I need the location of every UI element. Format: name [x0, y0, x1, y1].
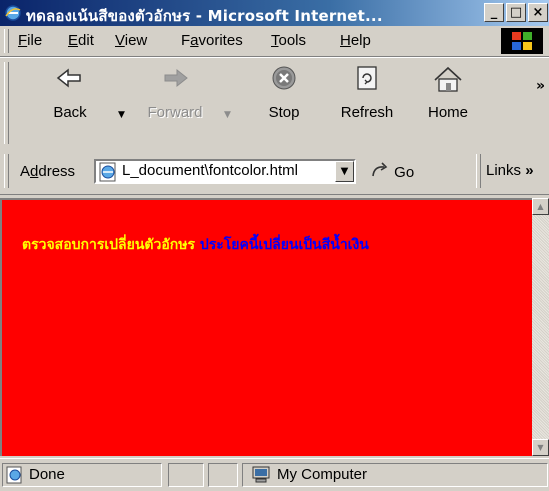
menu-tools[interactable]: Tools	[271, 32, 306, 49]
status-panel-2	[168, 463, 204, 487]
go-arrow-icon	[372, 162, 388, 177]
toolbar-grip[interactable]	[4, 29, 9, 53]
close-button[interactable]: ×	[528, 3, 548, 22]
status-main-panel: Done	[2, 463, 162, 487]
back-dropdown-arrow[interactable]: ▼	[118, 110, 125, 120]
blue-text: ประโยคนี้เปลี่ยนเป็นสีน้ำเงิน	[199, 237, 369, 253]
windows-logo	[501, 28, 543, 54]
home-label: Home	[427, 104, 468, 121]
back-label: Back	[53, 104, 87, 121]
forward-label: Forward	[147, 104, 203, 121]
links-chevron: »	[521, 162, 534, 179]
refresh-icon	[357, 66, 377, 90]
toolbar-grip[interactable]	[4, 154, 9, 188]
page-status-icon	[6, 466, 22, 484]
address-dropdown-arrow[interactable]: ▼	[335, 161, 354, 182]
page-icon	[99, 162, 116, 182]
refresh-button[interactable]: Refresh	[332, 64, 402, 121]
title-bar[interactable]: ทดลองเน้นสีของตัวอักษร - Microsoft Inter…	[0, 0, 549, 26]
status-text: Done	[29, 466, 65, 483]
page-content: ตรวจสอบการเปลี่ยนตัวอักษร ประโยคนี้เปลี่…	[0, 198, 532, 456]
back-arrow-icon	[56, 68, 81, 88]
window-title: ทดลองเน้นสีของตัวอักษร - Microsoft Inter…	[26, 7, 383, 25]
minimize-button[interactable]: _	[484, 3, 504, 22]
toolbar-overflow-chevron[interactable]: »	[536, 78, 545, 94]
status-zone-panel: My Computer	[242, 463, 548, 487]
address-input[interactable]: L_document\fontcolor.html ▼	[94, 159, 356, 184]
address-label: Address	[20, 163, 76, 180]
menu-view[interactable]: View	[115, 32, 147, 49]
forward-dropdown-arrow: ▼	[224, 110, 231, 120]
address-value: L_document\fontcolor.html	[122, 162, 298, 179]
address-bar: Address L_document\fontcolor.html ▼ Go L…	[0, 150, 549, 195]
forward-button[interactable]: Forward	[140, 64, 210, 121]
links-label: Links	[486, 162, 522, 179]
menu-favorites[interactable]: Favorites	[181, 32, 243, 49]
scroll-up-button[interactable]: ▲	[532, 198, 549, 215]
home-button[interactable]: Home	[418, 64, 478, 121]
vertical-scrollbar[interactable]: ▲ ▼	[532, 198, 549, 456]
home-icon	[434, 66, 462, 92]
computer-icon	[252, 466, 270, 483]
scroll-down-button[interactable]: ▼	[532, 439, 549, 456]
toolbar-grip[interactable]	[4, 62, 9, 144]
browser-window: ทดลองเน้นสีของตัวอักษร - Microsoft Inter…	[0, 0, 549, 491]
standard-toolbar: Back ▼ Forward ▼ Stop Refresh Home »	[0, 57, 549, 151]
maximize-button[interactable]: □	[506, 3, 526, 22]
status-zone-text: My Computer	[277, 466, 368, 483]
ie-logo-icon	[5, 5, 21, 21]
windows-flag-icon	[512, 32, 532, 50]
stop-button[interactable]: Stop	[254, 64, 314, 121]
go-button[interactable]: Go	[370, 162, 414, 181]
menu-help[interactable]: Help	[340, 32, 371, 49]
menu-file[interactable]: File	[18, 32, 42, 49]
refresh-label: Refresh	[340, 104, 394, 121]
menu-edit[interactable]: Edit	[68, 32, 94, 49]
forward-arrow-icon	[164, 68, 188, 88]
links-grip[interactable]	[476, 154, 481, 188]
menu-bar: File Edit View Favorites Tools Help	[0, 26, 549, 57]
yellow-text: ตรวจสอบการเปลี่ยนตัวอักษร	[22, 237, 195, 253]
go-label: Go	[394, 164, 415, 181]
links-button[interactable]: Links »	[486, 162, 534, 179]
content-text-line: ตรวจสอบการเปลี่ยนตัวอักษร ประโยคนี้เปลี่…	[22, 234, 369, 256]
back-button[interactable]: Back	[40, 64, 100, 121]
status-bar: Done My Computer	[0, 458, 549, 491]
stop-label: Stop	[268, 104, 300, 121]
status-panel-3	[208, 463, 238, 487]
stop-icon	[272, 66, 296, 90]
